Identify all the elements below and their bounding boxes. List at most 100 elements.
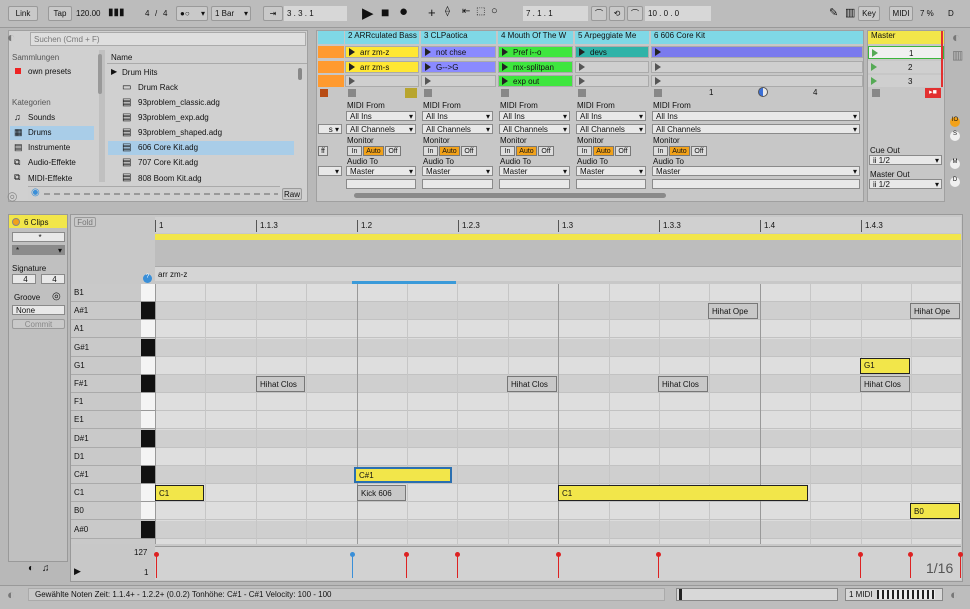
midi-note[interactable]: B0 — [910, 503, 960, 520]
clip-slot[interactable]: arr zm-z — [345, 46, 419, 58]
clip-slot[interactable] — [651, 46, 863, 58]
link-button[interactable]: Link — [8, 6, 38, 21]
sends-toggle-icon[interactable]: S — [950, 131, 960, 141]
preview-icon[interactable]: ◉ — [31, 187, 40, 198]
capture-icon[interactable]: ⬚ — [476, 6, 485, 17]
midi-from-dropdown[interactable]: All Ins — [346, 111, 416, 121]
audio-to-dropdown[interactable]: Master — [652, 166, 860, 176]
track-header[interactable]: 5 Arpeggiate Me — [575, 31, 649, 44]
piano-key[interactable] — [141, 393, 155, 412]
monitor-auto[interactable]: Auto — [669, 146, 690, 156]
track-arm-button[interactable] — [405, 88, 417, 98]
category-midi-effects[interactable]: MIDI-Effekte — [28, 174, 72, 183]
session-view-icon[interactable]: ▥ — [952, 48, 963, 62]
piano-roll-grid[interactable]: Hihat Ope Hihat Ope G1 Hihat Clos Hihat Clos… — [155, 284, 961, 544]
io-toggle-icon[interactable]: IO — [950, 117, 960, 127]
category-audio-effects[interactable]: Audio-Effekte — [28, 158, 76, 167]
midi-channel-dropdown[interactable]: All Channels — [422, 124, 493, 134]
preview-toggle-icon[interactable]: ? — [143, 274, 152, 283]
metronome-bars-icon[interactable]: ▮▮▮ — [108, 7, 125, 18]
key-map-button[interactable]: Key — [858, 6, 880, 21]
velocity-stem[interactable] — [406, 554, 407, 578]
time-sig-num[interactable]: 4 — [145, 9, 149, 18]
groove-field[interactable]: None — [12, 305, 65, 315]
velocity-marker[interactable] — [350, 552, 355, 557]
quantize-dropdown[interactable]: 1 Bar — [211, 6, 251, 21]
loop-icon[interactable]: ⟲ — [609, 6, 625, 21]
audio-to-dropdown[interactable]: Master — [576, 166, 646, 176]
audio-to-dropdown[interactable]: Master — [346, 166, 416, 176]
velocity-marker[interactable] — [404, 552, 409, 557]
monitor-in[interactable]: In — [653, 146, 668, 156]
category-instruments[interactable]: Instrumente — [28, 143, 70, 152]
clip-slot[interactable]: not chse — [421, 46, 496, 58]
master-record-indicator[interactable]: ▸■ — [925, 88, 941, 98]
audio-to-sub[interactable] — [346, 179, 416, 189]
monitor-off[interactable]: Off — [538, 146, 554, 156]
browser-item-drum-rack[interactable]: Drum Rack — [138, 83, 178, 92]
velocity-marker[interactable] — [556, 552, 561, 557]
audio-to-dropdown[interactable]: Master — [422, 166, 493, 176]
cue-out-dropdown[interactable]: ii 1/2 — [869, 155, 942, 165]
midi-map-button[interactable]: MIDI — [889, 6, 913, 21]
midi-channel-dropdown[interactable]: All Channels — [346, 124, 416, 134]
status-scrubber-handle[interactable] — [679, 589, 682, 600]
track0-audio-to-stub[interactable]: ▾ — [318, 166, 342, 176]
velocity-expand-icon[interactable]: ▶ — [74, 566, 81, 577]
velocity-stem[interactable] — [558, 554, 559, 578]
status-scrubber[interactable] — [676, 588, 838, 601]
track-stop-button[interactable] — [424, 89, 432, 97]
clip-slot[interactable]: G-->G — [421, 60, 496, 73]
metronome-button[interactable]: ●○ — [176, 6, 208, 21]
status-play-icon[interactable]: ◐ — [7, 587, 15, 602]
midi-note[interactable]: C#1 — [354, 467, 452, 483]
keyboard-icon[interactable]: ▥ — [845, 6, 855, 19]
track0-midi-channel-stub[interactable]: s ▾ — [318, 124, 342, 134]
folder-expand-icon[interactable]: ▶ — [111, 67, 117, 76]
monitor-off[interactable]: Off — [691, 146, 707, 156]
audio-to-sub[interactable] — [499, 179, 570, 189]
raw-toggle[interactable]: Raw — [282, 188, 302, 200]
track-header[interactable]: 3 CLPaotica — [421, 31, 496, 44]
scene-2[interactable]: 2 — [868, 61, 944, 73]
session-record-icon[interactable]: ○ — [491, 5, 498, 17]
sidebar-left-icon[interactable]: ◐ — [7, 29, 15, 45]
midi-from-dropdown[interactable]: All Ins — [499, 111, 570, 121]
track0-stop[interactable] — [320, 89, 328, 97]
track-header[interactable]: 4 Mouth Of The W — [498, 31, 573, 44]
piano-key[interactable] — [141, 502, 155, 521]
clip-slot[interactable] — [575, 75, 649, 87]
clip-launch-icon[interactable]: ◐ — [28, 563, 34, 574]
clip-color-dropdown[interactable]: * — [12, 245, 65, 255]
midi-track-indicator[interactable]: 1 MIDI — [845, 588, 943, 601]
monitor-in[interactable]: In — [347, 146, 362, 156]
name-column-header[interactable]: Name — [111, 53, 132, 62]
audio-to-sub[interactable] — [652, 179, 860, 189]
clip-slot[interactable]: arr zm-s — [345, 60, 419, 73]
piano-key[interactable] — [141, 411, 155, 430]
tap-button[interactable]: Tap — [48, 6, 72, 21]
track0-clip-orange[interactable] — [318, 75, 344, 87]
punch-out-icon[interactable]: ⌒ — [627, 6, 643, 21]
midi-note[interactable]: Hihat Clos — [860, 376, 910, 392]
velocity-marker[interactable] — [154, 552, 159, 557]
punch-in-icon[interactable]: ⌒ — [591, 6, 607, 21]
fold-button[interactable]: Fold — [74, 217, 96, 227]
track0-monitor-off[interactable]: ff — [318, 146, 328, 156]
midi-note[interactable]: Hihat Clos — [507, 376, 557, 392]
clip-name-field[interactable]: * — [12, 232, 65, 242]
monitor-off[interactable]: Off — [615, 146, 631, 156]
piano-key[interactable] — [141, 466, 155, 484]
monitor-auto[interactable]: Auto — [593, 146, 614, 156]
piano-key[interactable] — [141, 338, 155, 357]
monitor-auto[interactable]: Auto — [439, 146, 460, 156]
browser-sidebar-scrollbar[interactable] — [98, 54, 102, 94]
browser-scrollbar[interactable] — [298, 68, 302, 80]
audio-to-sub[interactable] — [576, 179, 646, 189]
audio-to-sub[interactable] — [422, 179, 493, 189]
velocity-marker[interactable] — [455, 552, 460, 557]
velocity-marker[interactable] — [858, 552, 863, 557]
browser-item-93-exp[interactable]: 93problem_exp.adg — [138, 113, 209, 122]
arrangement-position[interactable]: 3 . 3 . 1 — [284, 6, 347, 21]
midi-note[interactable]: Hihat Ope — [708, 303, 758, 320]
